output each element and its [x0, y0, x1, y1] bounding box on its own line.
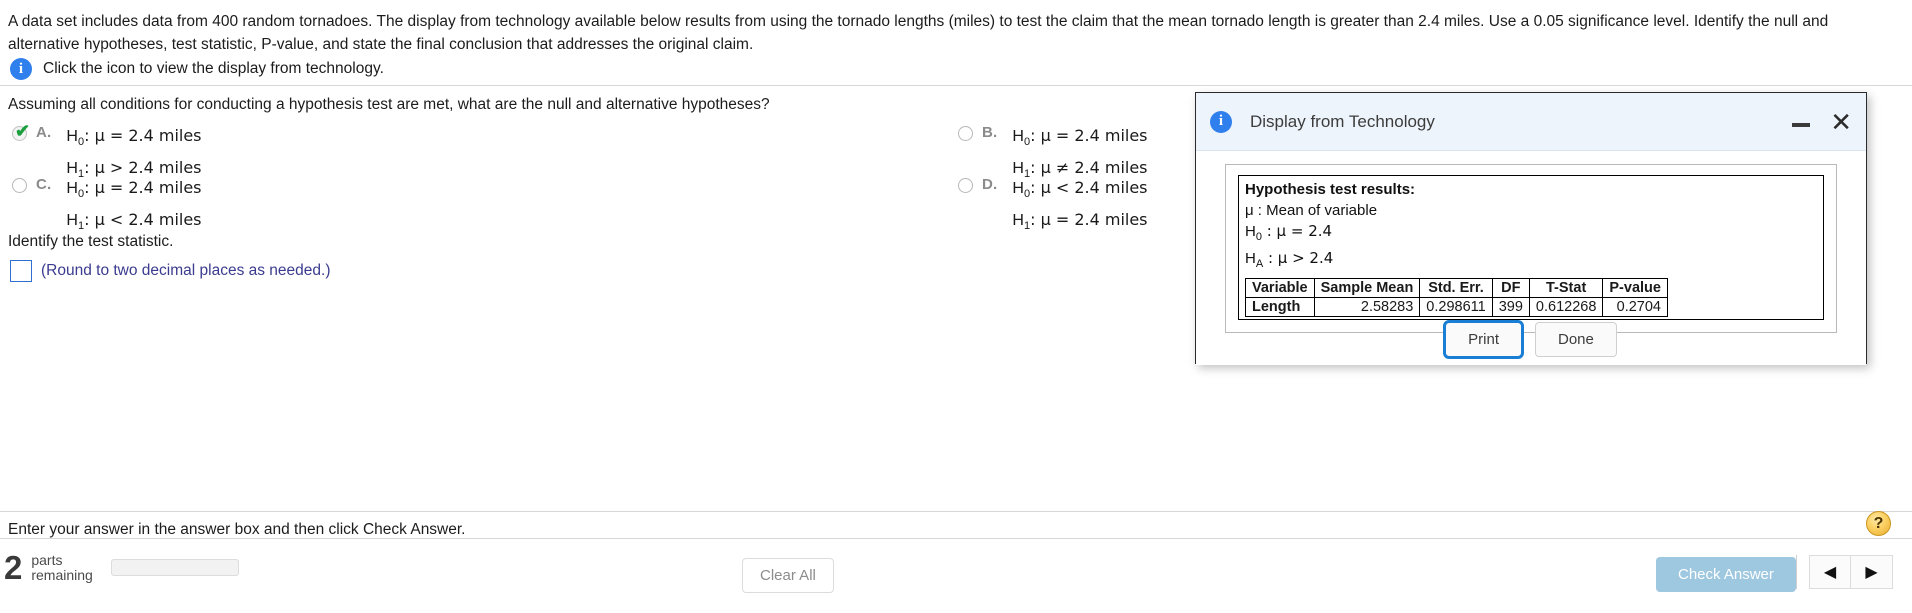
- info-icon[interactable]: i: [10, 58, 32, 80]
- cell-sample-mean: 2.58283: [1313, 297, 1421, 317]
- dialog-controls: ✕: [1792, 109, 1852, 135]
- choice-a-letter: A.: [36, 124, 52, 141]
- results-mu-line: μ : Mean of variable: [1245, 202, 1378, 219]
- results-inner: Hypothesis test results: μ : Mean of var…: [1238, 175, 1824, 320]
- results-title: Hypothesis test results:: [1245, 181, 1416, 198]
- choice-c-letter: C.: [36, 176, 52, 193]
- dialog-footer: Print Done: [1196, 320, 1866, 359]
- nav-buttons: ◀ ▶: [1809, 555, 1893, 589]
- choice-d-letter: D.: [982, 176, 998, 193]
- col-df: DF: [1491, 278, 1530, 298]
- correct-check-icon: ✔: [15, 121, 31, 141]
- choice-d-null: H0: μ < 2.4 miles: [1012, 178, 1148, 201]
- dialog-info-icon: i: [1210, 110, 1232, 133]
- radio-d[interactable]: [958, 178, 973, 193]
- question-prompt: Assuming all conditions for conducting a…: [8, 96, 770, 113]
- choice-b-null: H0: μ = 2.4 miles: [1012, 126, 1148, 149]
- choice-b-letter: B.: [982, 124, 998, 141]
- problem-statement: A data set includes data from 400 random…: [8, 13, 1829, 53]
- test-statistic-input[interactable]: [10, 260, 32, 282]
- clear-all-button[interactable]: Clear All: [742, 558, 834, 593]
- display-technology-dialog: i Display from Technology ✕ Hypothesis t…: [1195, 92, 1867, 365]
- minimize-icon[interactable]: [1792, 122, 1811, 127]
- done-button[interactable]: Done: [1534, 322, 1617, 357]
- results-h0-line: H0 : μ = 2.4: [1245, 222, 1333, 243]
- help-icon[interactable]: ?: [1866, 511, 1891, 536]
- radio-b[interactable]: [958, 126, 973, 141]
- choice-d-text: H0: μ < 2.4 miles H1: μ = 2.4 miles: [1012, 175, 1147, 239]
- parts-remaining: 2 parts remaining: [4, 551, 239, 584]
- results-panel: Hypothesis test results: μ : Mean of var…: [1225, 164, 1837, 333]
- display-technology-link-label: Click the icon to view the display from …: [43, 60, 384, 77]
- results-table: Variable Sample Mean Std. Err. DF T-Stat…: [1245, 278, 1668, 317]
- test-statistic-row: (Round to two decimal places as needed.): [10, 260, 331, 282]
- col-p-value: P-value: [1602, 278, 1668, 298]
- table-header-row: Variable Sample Mean Std. Err. DF T-Stat…: [1245, 278, 1668, 298]
- col-variable: Variable: [1245, 278, 1315, 298]
- cell-t-stat: 0.612268: [1528, 297, 1604, 317]
- results-ha-line: HA : μ > 2.4: [1245, 249, 1334, 270]
- test-statistic-hint: (Round to two decimal places as needed.): [41, 262, 331, 279]
- cell-df: 399: [1491, 297, 1530, 317]
- dialog-body: Hypothesis test results: μ : Mean of var…: [1196, 151, 1866, 365]
- col-sample-mean: Sample Mean: [1313, 278, 1421, 298]
- nav-separator: [1796, 555, 1797, 589]
- parts-label: parts remaining: [31, 551, 93, 583]
- dialog-header: i Display from Technology ✕: [1196, 93, 1866, 151]
- divider-footer: [0, 511, 1912, 512]
- radio-c[interactable]: [12, 178, 27, 193]
- parts-count: 2: [4, 549, 23, 586]
- previous-arrow-icon[interactable]: ◀: [1809, 555, 1851, 589]
- footer-instruction: Enter your answer in the answer box and …: [8, 521, 466, 538]
- progress-bar: [110, 559, 239, 576]
- table-row: Length 2.58283 0.298611 399 0.612268 0.2…: [1245, 297, 1668, 317]
- close-icon[interactable]: ✕: [1830, 109, 1852, 135]
- cell-std-err: 0.298611: [1419, 297, 1493, 317]
- choice-d[interactable]: D. H0: μ < 2.4 miles H1: μ = 2.4 miles: [958, 175, 1148, 239]
- choice-c-null: H0: μ = 2.4 miles: [66, 178, 202, 201]
- choice-c[interactable]: C. H0: μ = 2.4 miles H1: μ < 2.4 miles: [12, 175, 202, 239]
- choice-a-null: H0: μ = 2.4 miles: [66, 126, 202, 149]
- exercise-page: A data set includes data from 400 random…: [0, 0, 1912, 613]
- radio-a[interactable]: ✔: [12, 122, 30, 141]
- print-button[interactable]: Print: [1443, 320, 1524, 359]
- dialog-title: Display from Technology: [1250, 111, 1435, 131]
- col-t-stat: T-Stat: [1528, 278, 1604, 298]
- divider-top: [0, 85, 1912, 86]
- cell-p-value: 0.2704: [1602, 297, 1668, 317]
- check-answer-button[interactable]: Check Answer: [1656, 557, 1796, 592]
- bottom-bar: 2 parts remaining Clear All Check Answer…: [0, 539, 1912, 613]
- choice-c-text: H0: μ = 2.4 miles H1: μ < 2.4 miles: [66, 175, 201, 239]
- col-std-err: Std. Err.: [1419, 278, 1493, 298]
- display-technology-link[interactable]: i Click the icon to view the display fro…: [10, 58, 384, 80]
- cell-variable: Length: [1245, 297, 1315, 317]
- choice-d-alt: H1: μ = 2.4 miles: [1012, 210, 1148, 233]
- test-statistic-label: Identify the test statistic.: [8, 233, 174, 250]
- next-arrow-icon[interactable]: ▶: [1851, 555, 1893, 589]
